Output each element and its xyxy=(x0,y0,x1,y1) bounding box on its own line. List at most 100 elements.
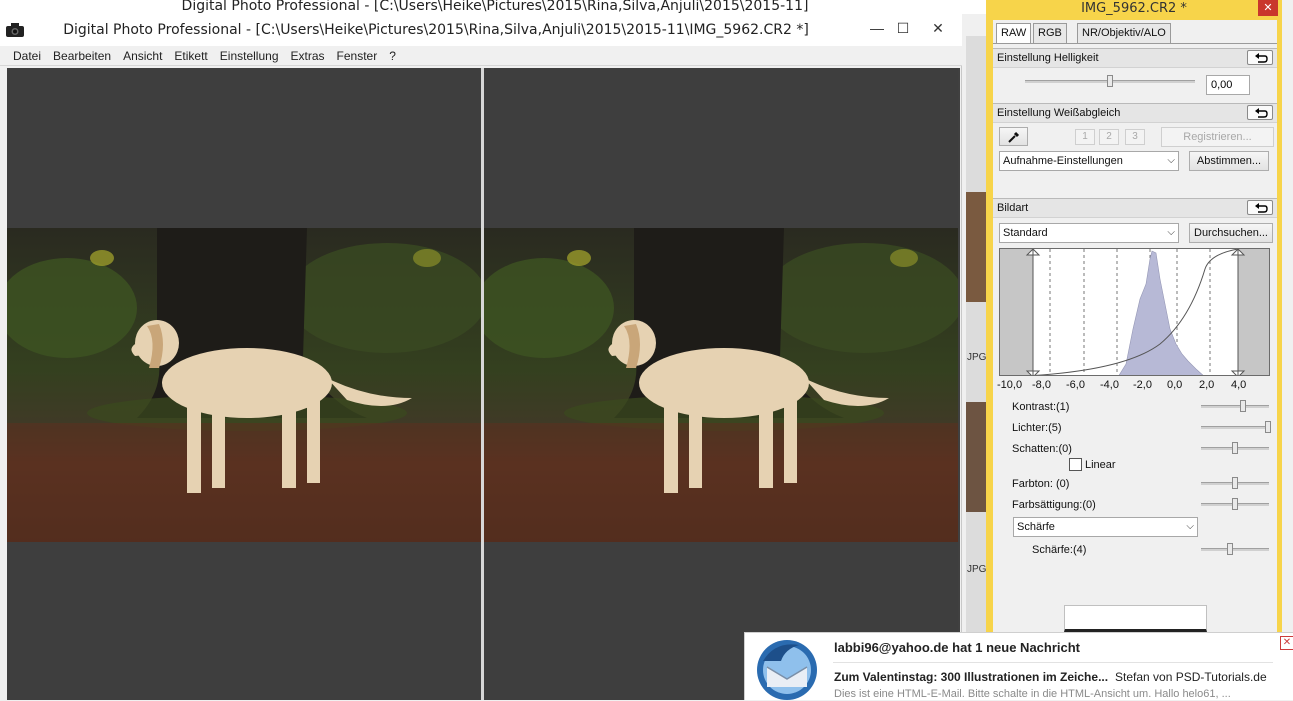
notification-separator xyxy=(833,662,1273,663)
after-pane[interactable] xyxy=(484,68,958,700)
scale-tick: 2,0 xyxy=(1199,379,1215,391)
highlights-label: Lichter:(5) xyxy=(1012,422,1062,434)
histogram-graph xyxy=(1000,249,1269,375)
chevron-down-icon: ⌵ xyxy=(1167,155,1175,166)
mail-notification[interactable]: labbi96@yahoo.de hat 1 neue Nachricht ✕ … xyxy=(744,632,1293,700)
tab-nr-objektiv-alo[interactable]: NR/Objektiv/ALO xyxy=(1077,23,1171,43)
linear-label: Linear xyxy=(1085,459,1116,471)
photo-after xyxy=(484,228,958,542)
wb-preset-value: Aufnahme-Einstellungen xyxy=(1003,155,1123,167)
file-type-label: JPG xyxy=(967,352,987,363)
scale-tick: -2,0 xyxy=(1133,379,1152,391)
thumbnail-partial[interactable] xyxy=(966,192,986,302)
hue-label: Farbton: (0) xyxy=(1012,478,1070,490)
palette-body: RAW RGB NR/Objektiv/ALO Einstellung Hell… xyxy=(993,20,1277,632)
white-balance-section-header: Einstellung Weißabgleich xyxy=(993,103,1277,123)
brightness-slider-thumb[interactable] xyxy=(1107,75,1113,87)
menu-fenster[interactable]: Fenster xyxy=(331,46,384,66)
menu-extras[interactable]: Extras xyxy=(285,46,331,66)
background-window-strip: JPG JPG xyxy=(966,36,986,636)
before-pane[interactable] xyxy=(7,68,481,700)
shadows-label: Schatten:(0) xyxy=(1012,443,1072,455)
tab-rgb[interactable]: RGB xyxy=(1033,23,1067,43)
tab-underline xyxy=(993,43,1277,44)
menu-bar: Datei Bearbeiten Ansicht Etikett Einstellung… xyxy=(0,46,962,66)
notification-subject: Zum Valentinstag: 300 Illustrationen im … xyxy=(834,670,1109,684)
scale-tick: -10,0 xyxy=(997,379,1023,391)
scale-tick: 0,0 xyxy=(1167,379,1183,391)
notification-preview: Dies ist eine HTML-E-Mail. Bitte schalte… xyxy=(834,688,1231,700)
maximize-button[interactable]: ☐ xyxy=(888,18,918,38)
linear-checkbox[interactable] xyxy=(1069,458,1082,471)
chevron-down-icon: ⌵ xyxy=(1186,521,1194,532)
sharpness-slider-thumb[interactable] xyxy=(1226,543,1233,555)
notification-header: labbi96@yahoo.de hat 1 neue Nachricht xyxy=(834,640,1081,655)
menu-ansicht[interactable]: Ansicht xyxy=(117,46,168,66)
brightness-value-field[interactable]: 0,00 xyxy=(1206,75,1250,95)
close-button[interactable]: ✕ xyxy=(918,18,958,38)
menu-datei[interactable]: Datei xyxy=(0,46,47,66)
thumbnail-partial[interactable] xyxy=(966,402,986,512)
picture-style-value: Standard xyxy=(1003,227,1048,239)
eyedropper-icon xyxy=(1007,131,1019,143)
wb-register-button[interactable]: Registrieren... xyxy=(1161,127,1274,147)
scale-tick: -4,0 xyxy=(1100,379,1119,391)
brightness-reset-button[interactable] xyxy=(1247,50,1273,65)
contrast-label: Kontrast:(1) xyxy=(1012,401,1070,413)
scale-tick: 4,0 xyxy=(1231,379,1247,391)
hue-slider-thumb[interactable] xyxy=(1232,477,1238,489)
palette-close-button[interactable]: ✕ xyxy=(1258,0,1278,16)
contrast-slider-track[interactable] xyxy=(1201,405,1269,408)
brightness-section-header: Einstellung Helligkeit xyxy=(993,48,1277,68)
menu-bearbeiten[interactable]: Bearbeiten xyxy=(47,46,117,66)
highlights-slider-track[interactable] xyxy=(1201,426,1269,429)
sharpness-mode-value: Schärfe xyxy=(1017,521,1055,533)
preview-box xyxy=(1064,605,1207,632)
wb-slot-1[interactable]: 1 xyxy=(1075,129,1095,145)
scale-tick: -8,0 xyxy=(1032,379,1051,391)
picture-style-select[interactable]: Standard ⌵ xyxy=(999,223,1179,243)
title-bar[interactable]: Digital Photo Professional - [C:\Users\H… xyxy=(0,14,962,46)
tab-raw[interactable]: RAW xyxy=(996,23,1032,44)
menu-help[interactable]: ? xyxy=(383,46,402,66)
background-window-title: Digital Photo Professional - [C:\Users\H… xyxy=(0,0,990,14)
photo-before xyxy=(7,228,481,542)
histogram-scale: -10,0 -8,0 -6,0 -4,0 -2,0 0,0 2,0 4,0 xyxy=(997,379,1273,393)
window-title: Digital Photo Professional - [C:\Users\H… xyxy=(63,22,809,38)
menu-einstellung[interactable]: Einstellung xyxy=(214,46,285,66)
tool-palette: IMG_5962.CR2 * ✕ RAW RGB NR/Objektiv/ALO… xyxy=(986,0,1282,700)
main-window: Digital Photo Professional - [C:\Users\H… xyxy=(0,14,962,700)
reset-icon xyxy=(1255,53,1268,63)
chevron-down-icon: ⌵ xyxy=(1167,227,1175,238)
scale-tick: -6,0 xyxy=(1066,379,1085,391)
picture-style-reset-button[interactable] xyxy=(1247,200,1273,215)
picture-style-section-header: Bildart xyxy=(993,198,1277,218)
saturation-label: Farbsättigung:(0) xyxy=(1012,499,1096,511)
brightness-title: Einstellung Helligkeit xyxy=(997,52,1099,64)
sharpness-slider-track[interactable] xyxy=(1201,548,1269,551)
eyedropper-button[interactable] xyxy=(999,127,1028,146)
notification-close-button[interactable]: ✕ xyxy=(1280,636,1293,650)
menu-etikett[interactable]: Etikett xyxy=(168,46,213,66)
saturation-slider-thumb[interactable] xyxy=(1232,498,1238,510)
highlights-slider-thumb[interactable] xyxy=(1264,421,1271,433)
contrast-slider-thumb[interactable] xyxy=(1240,400,1247,412)
thunderbird-icon xyxy=(757,640,817,700)
palette-title[interactable]: IMG_5962.CR2 * xyxy=(986,0,1282,18)
shadows-slider-thumb[interactable] xyxy=(1232,442,1238,454)
reset-icon xyxy=(1255,108,1268,118)
wb-slot-3[interactable]: 3 xyxy=(1125,129,1145,145)
notification-sender: Stefan von PSD-Tutorials.de xyxy=(1115,670,1267,684)
white-balance-title: Einstellung Weißabgleich xyxy=(997,107,1121,119)
sharpness-mode-select[interactable]: Schärfe ⌵ xyxy=(1013,517,1198,537)
wb-tune-button[interactable]: Abstimmen... xyxy=(1189,151,1269,171)
white-balance-reset-button[interactable] xyxy=(1247,105,1273,120)
camera-icon xyxy=(6,23,24,37)
wb-preset-select[interactable]: Aufnahme-Einstellungen ⌵ xyxy=(999,151,1179,171)
file-type-label: JPG xyxy=(967,564,987,575)
picture-style-browse-button[interactable]: Durchsuchen... xyxy=(1189,223,1273,243)
reset-icon xyxy=(1255,203,1268,213)
tone-curve-histogram[interactable] xyxy=(999,248,1270,376)
wb-slot-2[interactable]: 2 xyxy=(1099,129,1119,145)
picture-style-title: Bildart xyxy=(997,202,1029,214)
